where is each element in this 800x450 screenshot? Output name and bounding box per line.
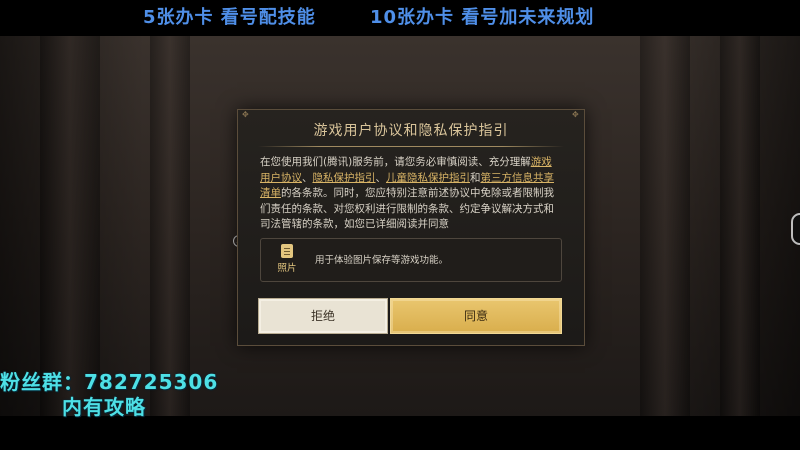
corner-ornament-icon: ✥: [242, 110, 249, 119]
corner-ornament-icon: ✥: [572, 110, 579, 119]
dialog-title: 游戏用户协议和隐私保护指引: [313, 123, 509, 139]
scene-pillar: [720, 36, 760, 416]
stream-bottom-bar: [0, 416, 800, 450]
scene-pillar: [150, 36, 190, 416]
reject-button[interactable]: 拒绝: [258, 298, 388, 334]
image-icon: [281, 244, 293, 258]
privacy-guide-link[interactable]: 隐私保护指引: [313, 172, 376, 184]
agreement-body: 在您使用我们(腾讯)服务前，请您务必审慎阅读、充分理解游戏用户协议、隐私保护指引…: [260, 155, 562, 229]
stream-top-banner: 5张办卡 看号配技能 10张办卡 看号加未来规划: [0, 0, 800, 36]
body-suffix: 的各条款。同时，您应特别注意前述协议中免除或者限制我们责任的条款、对您权利进行限…: [260, 187, 554, 229]
side-handle[interactable]: [791, 213, 800, 245]
photo-permission: 照片: [276, 244, 298, 276]
child-privacy-link[interactable]: 儿童隐私保护指引: [386, 172, 470, 184]
banner-right-text: 10张办卡 看号加未来规划: [370, 7, 595, 28]
separator: 和: [470, 171, 481, 184]
separator: 、: [375, 171, 387, 184]
permission-item: 照片 用于体验图片保存等游戏功能。: [260, 238, 562, 282]
permission-description: 用于体验图片保存等游戏功能。: [315, 255, 449, 266]
permission-caption: 照片: [277, 263, 297, 274]
banner-left-text: 5张办卡 看号配技能: [143, 7, 316, 28]
agree-button[interactable]: 同意: [390, 298, 562, 334]
separator: 、: [302, 171, 313, 184]
body-prefix: 在您使用我们(腾讯)服务前，请您务必审慎阅读、充分理解: [260, 156, 531, 168]
fan-group-subtext: 内有攻略: [62, 395, 146, 419]
scene-pillar: [40, 36, 100, 416]
scene-pillar: [640, 36, 690, 416]
title-divider: [258, 146, 564, 147]
